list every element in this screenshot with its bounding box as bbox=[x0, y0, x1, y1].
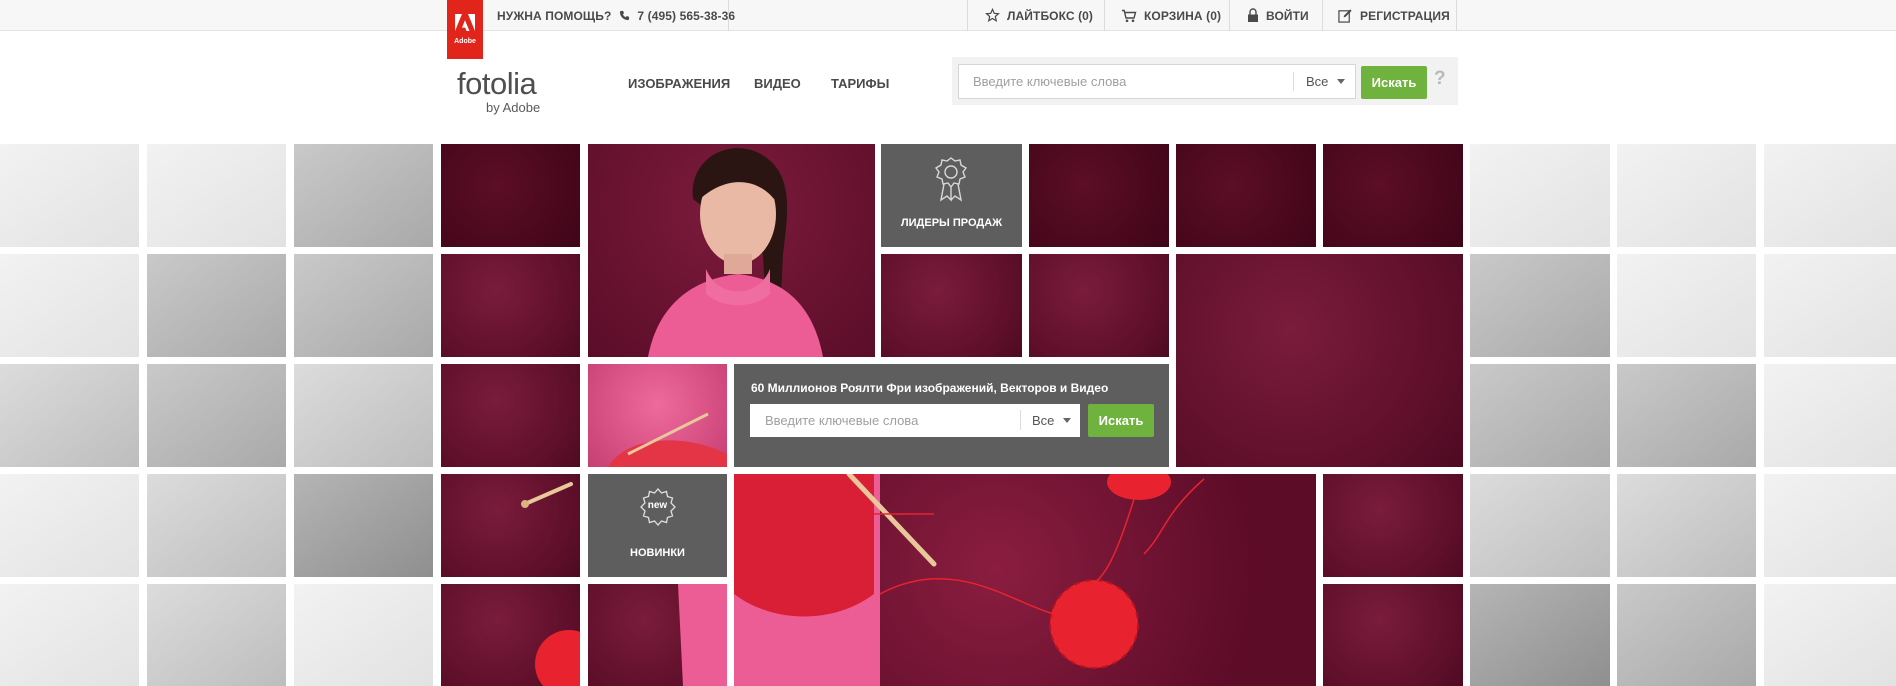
search-filter-select[interactable]: Все bbox=[1306, 64, 1346, 99]
logo-by-adobe: by Adobe bbox=[486, 100, 541, 115]
phone-number[interactable]: 7 (495) 565-38-36 bbox=[637, 9, 735, 23]
wine-tile bbox=[1029, 144, 1169, 247]
stock-photo-tile[interactable] bbox=[1617, 474, 1756, 577]
knitting-photo-tile[interactable] bbox=[588, 364, 727, 467]
stock-photo-tile[interactable] bbox=[0, 364, 139, 467]
cart-icon bbox=[1121, 9, 1137, 23]
wine-tile bbox=[441, 364, 580, 467]
stock-photo-tile[interactable] bbox=[294, 474, 433, 577]
stock-photo-tile[interactable] bbox=[1617, 144, 1756, 247]
stock-photo-tile[interactable] bbox=[1617, 254, 1756, 357]
hero-search-button[interactable]: Искать bbox=[1088, 404, 1154, 437]
phone-icon bbox=[619, 10, 630, 21]
stock-photo-tile[interactable] bbox=[0, 144, 139, 247]
search-filter-value: Все bbox=[1306, 74, 1329, 89]
fotolia-logo[interactable]: fotolia by Adobe bbox=[457, 66, 547, 116]
edit-icon bbox=[1338, 8, 1353, 23]
stock-photo-tile[interactable] bbox=[147, 584, 286, 686]
login-link[interactable]: ВОЙТИ bbox=[1247, 0, 1309, 31]
stock-photo-tile[interactable] bbox=[1470, 584, 1610, 686]
help-label: НУЖНА ПОМОЩЬ? bbox=[497, 8, 612, 23]
lock-icon bbox=[1247, 8, 1259, 23]
stock-photo-tile[interactable] bbox=[1764, 254, 1896, 357]
nav-images[interactable]: ИЗОБРАЖЕНИЯ bbox=[628, 76, 730, 91]
wine-tile bbox=[1323, 474, 1463, 577]
wine-tile bbox=[1323, 144, 1463, 247]
top-utility-bar: НУЖНА ПОМОЩЬ? 7 (495) 565-38-36 ЛАЙТБОКС… bbox=[0, 0, 1896, 31]
wine-tile bbox=[441, 254, 580, 357]
search-help-icon[interactable]: ? bbox=[1434, 68, 1446, 90]
stock-photo-tile[interactable] bbox=[147, 144, 286, 247]
stock-photo-tile[interactable] bbox=[294, 254, 433, 357]
woman-illustration bbox=[648, 148, 823, 357]
wine-tile bbox=[588, 584, 727, 686]
nav-pricing[interactable]: ТАРИФЫ bbox=[831, 76, 889, 91]
wine-tile bbox=[1176, 144, 1316, 247]
search-button[interactable]: Искать bbox=[1361, 66, 1427, 99]
stock-photo-tile[interactable] bbox=[1470, 144, 1610, 247]
wine-tile bbox=[441, 144, 580, 247]
stock-photo-tile[interactable] bbox=[294, 364, 433, 467]
register-label: РЕГИСТРАЦИЯ bbox=[1360, 8, 1450, 23]
wine-tile bbox=[881, 254, 1022, 357]
stock-photo-tile[interactable] bbox=[1470, 254, 1610, 357]
hero-search-title: 60 Миллионов Роялти Фри изображений, Век… bbox=[751, 381, 1109, 395]
new-arrivals-tile[interactable]: new НОВИНКИ bbox=[588, 474, 727, 577]
new-arrivals-label: НОВИНКИ bbox=[630, 547, 685, 559]
register-link[interactable]: РЕГИСТРАЦИЯ bbox=[1338, 0, 1450, 31]
page: НУЖНА ПОМОЩЬ? 7 (495) 565-38-36 ЛАЙТБОКС… bbox=[0, 0, 1896, 686]
stock-photo-tile[interactable] bbox=[147, 364, 286, 467]
stock-photo-tile[interactable] bbox=[294, 584, 433, 686]
stock-photo-tile[interactable] bbox=[1764, 364, 1896, 467]
hero-woman-photo[interactable] bbox=[588, 144, 875, 357]
chevron-down-icon bbox=[1337, 79, 1346, 84]
stock-photo-tile[interactable] bbox=[1764, 584, 1896, 686]
adobe-tab[interactable]: Adobe bbox=[447, 0, 483, 59]
bestsellers-label: ЛИДЕРЫ ПРОДАЖ bbox=[900, 217, 1003, 229]
search-input[interactable] bbox=[958, 64, 1356, 99]
stock-photo-tile[interactable] bbox=[1617, 364, 1756, 467]
lightbox-label: ЛАЙТБОКС (0) bbox=[1007, 8, 1094, 23]
help-info: НУЖНА ПОМОЩЬ? 7 (495) 565-38-36 bbox=[497, 0, 735, 31]
adobe-logo-icon bbox=[455, 14, 475, 37]
stock-photo-tile[interactable] bbox=[0, 474, 139, 577]
wine-tile bbox=[441, 474, 580, 577]
award-ribbon-icon bbox=[934, 157, 968, 202]
yarn-ball-icon bbox=[535, 630, 580, 686]
hero-filter-value: Все bbox=[1032, 413, 1055, 428]
stock-photo-tile[interactable] bbox=[0, 254, 139, 357]
stock-photo-tile[interactable] bbox=[147, 254, 286, 357]
wine-tile bbox=[1323, 584, 1463, 686]
hero-search-input[interactable] bbox=[750, 404, 1080, 437]
knitting-illustration bbox=[608, 412, 727, 467]
wine-tile-large bbox=[1176, 254, 1463, 467]
stock-photo-tile[interactable] bbox=[1470, 474, 1610, 577]
nav-video[interactable]: ВИДЕО bbox=[754, 76, 801, 91]
yarn-balls-illustration bbox=[734, 474, 1205, 686]
stock-photo-tile[interactable] bbox=[1764, 474, 1896, 577]
bestsellers-tile[interactable]: ЛИДЕРЫ ПРОДАЖ bbox=[881, 144, 1022, 247]
wine-tile bbox=[1029, 254, 1169, 357]
knitting-scene-photo[interactable] bbox=[734, 474, 1316, 686]
lightbox-link[interactable]: ЛАЙТБОКС (0) bbox=[985, 0, 1093, 31]
pink-sweater-illustration bbox=[678, 584, 727, 686]
star-icon bbox=[985, 8, 1000, 23]
hero-filter-select[interactable]: Все bbox=[1032, 404, 1072, 437]
stock-photo-tile[interactable] bbox=[1470, 364, 1610, 467]
logo-word: fotolia bbox=[457, 66, 537, 101]
wine-tile bbox=[441, 584, 580, 686]
stock-photo-tile[interactable] bbox=[294, 144, 433, 247]
stock-photo-tile[interactable] bbox=[1764, 144, 1896, 247]
knitting-needle-icon bbox=[521, 482, 573, 508]
stock-photo-tile[interactable] bbox=[1617, 584, 1756, 686]
stock-photo-tile[interactable] bbox=[147, 474, 286, 577]
cart-label: КОРЗИНА (0) bbox=[1144, 8, 1222, 23]
adobe-label: Adobe bbox=[454, 38, 476, 45]
new-badge-text: new bbox=[647, 500, 668, 511]
login-label: ВОЙТИ bbox=[1266, 8, 1309, 23]
cart-link[interactable]: КОРЗИНА (0) bbox=[1121, 0, 1221, 31]
stock-photo-tile[interactable] bbox=[0, 584, 139, 686]
chevron-down-icon bbox=[1063, 418, 1072, 423]
